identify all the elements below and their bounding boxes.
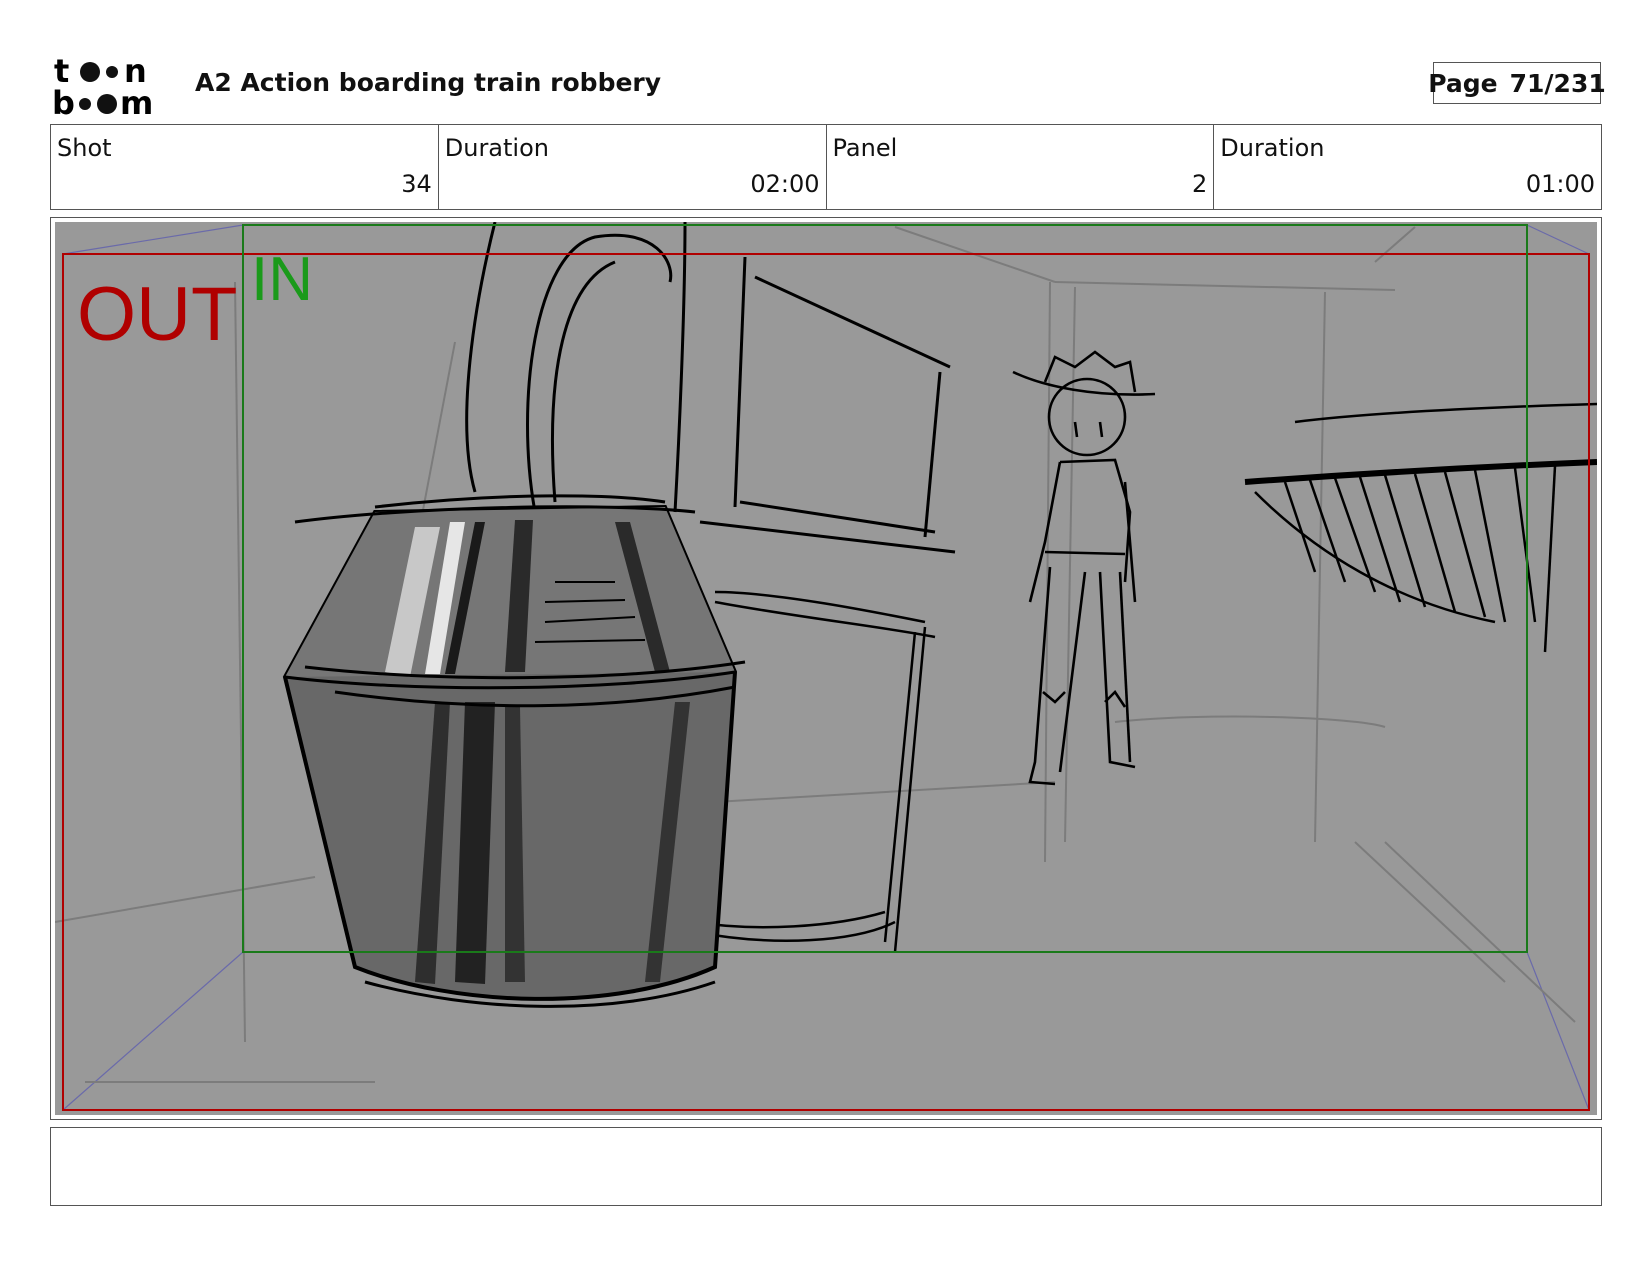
shot-duration-value: 02:00	[750, 170, 820, 198]
shot-duration-label: Duration	[444, 134, 549, 162]
storyboard-panel: OUT IN	[50, 217, 1602, 1120]
barrel-sketch	[282, 494, 746, 1008]
page-indicator: Page 71/231	[1428, 62, 1606, 104]
panel-sketch: OUT IN	[55, 222, 1597, 1115]
in-frame-label: IN	[251, 245, 313, 314]
panel-duration-value: 01:00	[1525, 170, 1595, 198]
svg-text:b: b	[52, 84, 75, 118]
document-title: A2 Action boarding train robbery	[195, 68, 662, 97]
panel-duration-cell: Duration 01:00	[1214, 125, 1601, 209]
shot-value: 34	[401, 170, 432, 198]
shot-info-table: Shot 34 Duration 02:00 Panel 2 Duration …	[50, 124, 1602, 210]
out-frame-label: OUT	[77, 272, 237, 357]
shot-cell: Shot 34	[51, 125, 439, 209]
panel-notes-box	[50, 1127, 1602, 1206]
panel-cell: Panel 2	[827, 125, 1215, 209]
page-number: 71/231	[1509, 68, 1606, 98]
panel-duration-label: Duration	[1220, 134, 1325, 162]
page-label: Page	[1428, 68, 1498, 98]
svg-text:m: m	[120, 84, 153, 118]
toon-boom-logo: t n b m	[52, 52, 153, 118]
panel-value: 2	[1191, 170, 1208, 198]
shot-label: Shot	[57, 134, 112, 162]
shot-duration-cell: Duration 02:00	[439, 125, 827, 209]
panel-label: Panel	[832, 134, 898, 162]
